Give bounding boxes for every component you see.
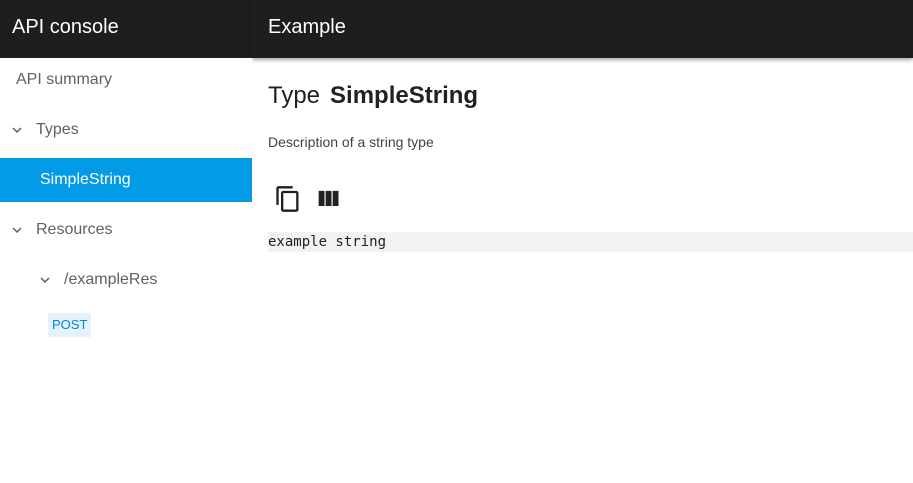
nav-item-label: SimpleString [40, 171, 131, 188]
view-columns-button[interactable] [314, 185, 342, 213]
nav-item-api-summary[interactable]: API summary [0, 58, 252, 102]
type-description: Description of a string type [268, 134, 434, 150]
nav-item-label: /exampleRes [64, 271, 158, 288]
navigation-drawer: API summary Types SimpleString Resources… [0, 58, 252, 483]
copy-icon [274, 185, 302, 213]
chevron-down-icon[interactable] [8, 121, 26, 139]
nav-section-label: Types [36, 121, 79, 138]
page-title: Example [268, 16, 346, 38]
nav-item-resource-exampleres[interactable]: /exampleRes [0, 258, 252, 302]
nav-section-label: Resources [36, 221, 113, 238]
chevron-down-icon[interactable] [36, 271, 54, 289]
app-title: API console [12, 16, 119, 38]
copy-button[interactable] [274, 185, 302, 213]
view-columns-icon [314, 185, 342, 213]
nav-item-type-simplestring[interactable]: SimpleString [0, 158, 252, 202]
nav-section-resources[interactable]: Resources [0, 208, 252, 252]
type-name: SimpleString [330, 82, 479, 109]
example-code: example string [268, 232, 913, 252]
chevron-down-icon[interactable] [8, 221, 26, 239]
type-documentation: Type SimpleString Description of a string… [252, 58, 913, 483]
nav-section-types[interactable]: Types [0, 108, 252, 152]
method-badge-post[interactable]: POST [48, 313, 92, 337]
type-heading: Type SimpleString [268, 82, 478, 110]
app-toolbar: API console [0, 0, 252, 58]
api-console-app: API console Example API summary Types Si… [0, 0, 913, 483]
page-header: Example [252, 0, 913, 58]
nav-item-label: API summary [16, 71, 113, 88]
type-keyword: Type [268, 82, 321, 109]
